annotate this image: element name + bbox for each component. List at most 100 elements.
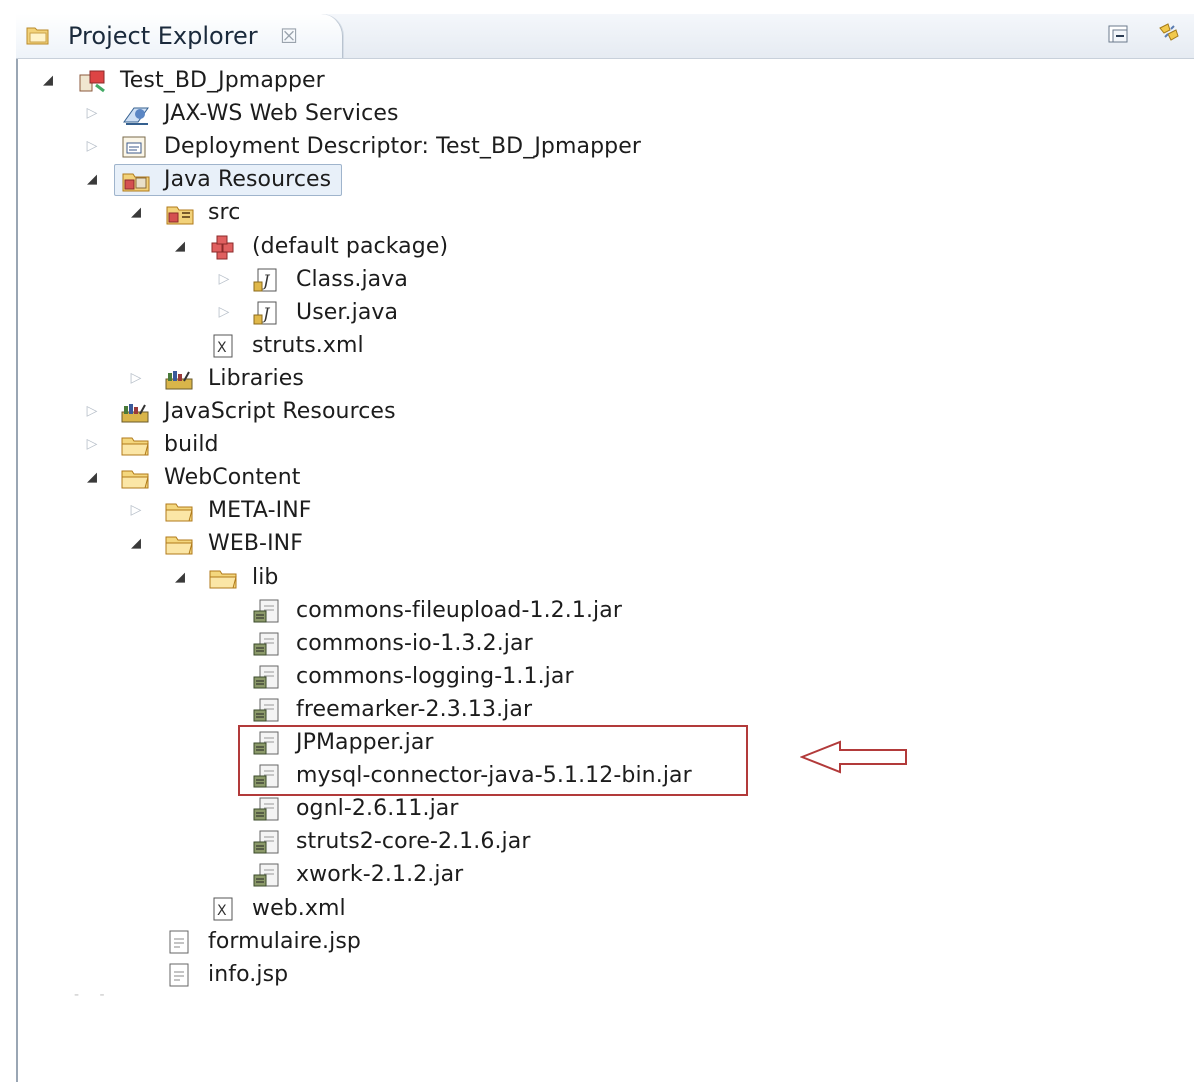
tree-item[interactable]: xwork-2.1.2.jar <box>216 858 1150 891</box>
expanded-arrow-icon[interactable]: ◢ <box>172 230 188 263</box>
expanded-arrow-icon[interactable]: ◢ <box>172 561 188 594</box>
tree-item-label: Libraries <box>208 366 304 391</box>
deployment-descriptor-icon <box>122 136 146 158</box>
collapsed-arrow-icon[interactable]: ▷ <box>84 428 100 461</box>
tree-item[interactable]: ▷ J User.java <box>216 296 1150 329</box>
tree-item[interactable]: formulaire.jsp <box>128 925 1150 958</box>
scroll-remnant: - - <box>74 987 113 1003</box>
web-services-icon <box>123 107 149 125</box>
collapsed-arrow-icon[interactable]: ▷ <box>128 362 144 395</box>
tree-item-label: Java Resources <box>164 167 332 192</box>
link-with-editor-icon[interactable] <box>1156 20 1182 46</box>
source-folder-icon <box>166 206 194 225</box>
tree-item[interactable]: ▷ Deployment Descriptor: Test_BD_Jpmapper <box>84 130 1150 163</box>
tree-item-label: struts2-core-2.1.6.jar <box>296 829 531 854</box>
tree-item-label: ognl-2.6.11.jar <box>296 796 459 821</box>
tree-item-label: META-INF <box>208 498 312 523</box>
expanded-arrow-icon[interactable]: ◢ <box>128 527 144 560</box>
tree-item-label: freemarker-2.3.13.jar <box>296 697 533 722</box>
close-icon[interactable]: ☒ <box>280 24 298 48</box>
project-explorer-icon <box>26 27 49 45</box>
jar-icon <box>253 830 279 854</box>
tree-item[interactable]: ognl-2.6.11.jar <box>216 792 1150 825</box>
tree-item-label: commons-fileupload-1.2.1.jar <box>296 598 622 623</box>
tree-item[interactable]: ◢ Java Resources <box>84 163 1150 196</box>
tree-item[interactable]: ▷ META-INF <box>128 494 1150 527</box>
folder-icon <box>121 437 149 456</box>
tree-item[interactable]: ◢ WEB-INF <box>128 527 1150 560</box>
expanded-arrow-icon[interactable]: ◢ <box>84 163 100 196</box>
tree-item[interactable]: commons-io-1.3.2.jar <box>216 627 1150 660</box>
tab-title: Project Explorer <box>68 22 258 50</box>
tree-item-label: (default package) <box>252 234 449 259</box>
tree-item-label: struts.xml <box>252 333 364 358</box>
java-file-icon: J <box>253 268 277 292</box>
left-arrow-annotation <box>800 740 907 774</box>
jar-icon <box>253 797 279 821</box>
collapse-all-icon[interactable] <box>1106 22 1132 48</box>
jsp-file-icon <box>169 930 189 954</box>
tree-item[interactable]: ◢ lib <box>172 561 1150 594</box>
tree-item[interactable]: ▷ J Class.java <box>216 263 1150 296</box>
jar-icon <box>253 698 279 722</box>
collapsed-arrow-icon[interactable]: ▷ <box>216 296 232 329</box>
tree-item-label: web.xml <box>252 896 346 921</box>
tree-item-label: Class.java <box>296 267 408 292</box>
xml-file-icon: X <box>213 334 233 358</box>
view-tab-strip: Project Explorer ☒ <box>16 14 1194 59</box>
tree-item[interactable]: ▷ JAX-WS Web Services <box>84 97 1150 130</box>
tree-item-label: xwork-2.1.2.jar <box>296 862 464 887</box>
java-file-icon: J <box>253 301 277 325</box>
tree-item-label: Deployment Descriptor: Test_BD_Jpmapper <box>164 134 641 159</box>
tree-item-label: commons-io-1.3.2.jar <box>296 631 533 656</box>
tree-item[interactable]: freemarker-2.3.13.jar <box>216 693 1150 726</box>
tree-item-label: formulaire.jsp <box>208 929 361 954</box>
tree-item[interactable]: ▷ Libraries <box>128 362 1150 395</box>
tree-item-label: info.jsp <box>208 962 289 987</box>
tree-item[interactable]: ◢ (default package) <box>172 230 1150 263</box>
expanded-arrow-icon[interactable]: ◢ <box>40 64 56 97</box>
folder-icon <box>165 503 193 522</box>
tree-item[interactable]: ▷ JavaScript Resources <box>84 395 1150 428</box>
jar-icon <box>253 632 279 656</box>
expanded-arrow-icon[interactable]: ◢ <box>128 196 144 229</box>
folder-icon <box>121 470 149 489</box>
tree-item[interactable]: ◢ WebContent <box>84 461 1150 494</box>
svg-text:X: X <box>217 903 227 919</box>
tree-item-label: WEB-INF <box>208 531 303 556</box>
collapsed-arrow-icon[interactable]: ▷ <box>84 395 100 428</box>
tree-item-label: build <box>164 432 219 457</box>
tree-item-label: Test_BD_Jpmapper <box>120 68 325 93</box>
collapsed-arrow-icon[interactable]: ▷ <box>84 97 100 130</box>
tree-item[interactable]: ◢ src <box>128 196 1150 229</box>
tree-item[interactable]: ▷ build <box>84 428 1150 461</box>
jar-icon <box>253 863 279 887</box>
tree-item-label: lib <box>252 565 279 590</box>
tree-item[interactable]: info.jsp <box>128 958 1150 991</box>
tree-item[interactable]: Xweb.xml <box>172 892 1150 925</box>
tree-item[interactable]: struts2-core-2.1.6.jar <box>216 825 1150 858</box>
svg-text:X: X <box>217 340 227 356</box>
tree-item-label: commons-logging-1.1.jar <box>296 664 574 689</box>
collapsed-arrow-icon[interactable]: ▷ <box>84 130 100 163</box>
expanded-arrow-icon[interactable]: ◢ <box>84 461 100 494</box>
highlight-box <box>238 725 748 796</box>
jar-icon <box>253 599 279 623</box>
collapsed-arrow-icon[interactable]: ▷ <box>128 494 144 527</box>
tree-item[interactable]: ◢ Test_BD_Jpmapper <box>40 64 1150 97</box>
tab-project-explorer[interactable]: Project Explorer ☒ <box>16 14 343 58</box>
xml-file-icon: X <box>213 897 233 921</box>
tree-item[interactable]: commons-logging-1.1.jar <box>216 660 1150 693</box>
project-icon <box>79 70 105 93</box>
tree-item-label: JavaScript Resources <box>164 399 396 424</box>
tree-item-label: src <box>208 200 241 225</box>
collapsed-arrow-icon[interactable]: ▷ <box>216 263 232 296</box>
tree-item[interactable]: Xstruts.xml <box>172 329 1150 362</box>
libraries-icon <box>121 404 149 423</box>
package-icon <box>211 235 234 260</box>
libraries-icon <box>165 371 193 390</box>
tree-item[interactable]: commons-fileupload-1.2.1.jar <box>216 594 1150 627</box>
folder-icon <box>165 536 193 555</box>
java-resources-icon <box>122 173 150 192</box>
tree-item-label: User.java <box>296 300 399 325</box>
